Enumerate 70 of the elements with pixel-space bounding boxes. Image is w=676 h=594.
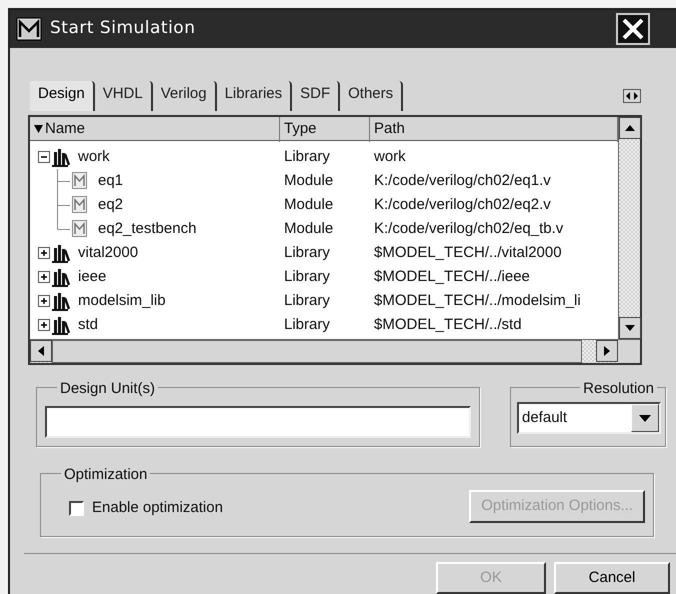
expand-icon[interactable] <box>38 247 50 260</box>
table-cell-text: Module <box>283 170 334 191</box>
dropdown-value: default <box>522 408 568 428</box>
window-title: Start Simulation <box>50 17 196 40</box>
vertical-scrollbar[interactable] <box>618 117 640 340</box>
column-header[interactable]: Type <box>280 117 370 142</box>
table-cell-text: K:/code/verilog/ch02/eq2.v <box>373 194 552 215</box>
dialog-button[interactable]: Cancel <box>554 562 670 594</box>
tab[interactable]: Others <box>340 80 404 112</box>
module-icon <box>70 195 90 216</box>
table-cell-text: Module <box>283 218 334 239</box>
table-cell-text: Library <box>283 146 331 167</box>
expand-icon[interactable] <box>38 295 50 308</box>
scroll-thumb[interactable] <box>52 340 582 364</box>
close-button[interactable] <box>616 12 650 45</box>
up-arrow-icon <box>625 125 635 132</box>
left-arrow-icon <box>38 346 44 356</box>
scrollbar-corner <box>618 340 640 364</box>
down-arrow-icon <box>625 325 635 332</box>
tree-item[interactable]: ieee <box>70 266 110 288</box>
table-cell-text: $MODEL_TECH/../ieee <box>373 266 531 287</box>
scroll-left-button[interactable] <box>30 340 52 362</box>
column-header[interactable]: Name <box>30 117 280 142</box>
expand-icon[interactable] <box>38 271 50 284</box>
tree-item[interactable]: work <box>70 146 114 168</box>
scroll-up-button[interactable] <box>619 117 641 140</box>
tree-line <box>57 169 70 194</box>
sort-arrow-icon <box>34 125 43 134</box>
module-icon <box>70 219 90 240</box>
tree-item[interactable]: eq2_testbench <box>90 218 200 240</box>
tree-item[interactable]: eq1 <box>90 170 128 192</box>
scroll-down-button[interactable] <box>619 317 641 340</box>
design-units-field[interactable] <box>45 406 471 438</box>
close-icon <box>621 16 645 41</box>
library-icon <box>50 147 70 168</box>
table-cell-text: Library <box>283 242 331 263</box>
enable-optimization-checkbox[interactable]: Enable optimization <box>69 497 223 520</box>
tree-item[interactable]: modelsim_lib <box>70 290 170 312</box>
library-icon <box>50 243 70 264</box>
library-icon <box>50 267 70 288</box>
table-cell-text: $MODEL_TECH/../modelsim_li <box>373 290 582 311</box>
library-icon <box>50 291 70 312</box>
table-cell-text: Module <box>283 194 334 215</box>
table-cell-text: work <box>373 146 407 167</box>
tab[interactable]: Verilog <box>152 80 217 112</box>
module-icon <box>70 171 90 192</box>
table-cell-text: Library <box>283 314 331 335</box>
dropdown-button[interactable] <box>631 404 659 432</box>
scroll-right-button[interactable] <box>596 340 618 362</box>
table-cell-text: Library <box>283 290 331 311</box>
tab[interactable]: Design <box>30 80 95 112</box>
library-icon <box>50 315 70 336</box>
tab[interactable]: Libraries <box>216 80 292 112</box>
table-cell-text: K:/code/verilog/ch02/eq1.v <box>373 170 552 191</box>
horizontal-scrollbar[interactable] <box>30 339 640 364</box>
resolution-dropdown[interactable]: default <box>517 402 661 434</box>
collapse-icon[interactable] <box>38 151 50 164</box>
tree-item[interactable]: eq2 <box>90 194 128 216</box>
tree-item[interactable]: std <box>70 314 102 336</box>
tree-item[interactable]: vital2000 <box>70 242 142 264</box>
table-cell-text: K:/code/verilog/ch02/eq_tb.v <box>373 218 564 239</box>
table-cell-text: $MODEL_TECH/../std <box>373 314 523 335</box>
table-cell-text: Library <box>283 266 331 287</box>
app-icon <box>16 16 42 41</box>
tab[interactable]: SDF <box>292 80 340 112</box>
expand-icon[interactable] <box>38 319 50 332</box>
table-cell-text: $MODEL_TECH/../vital2000 <box>373 242 563 263</box>
tab[interactable]: VHDL <box>94 80 153 112</box>
right-arrow-icon <box>604 346 610 356</box>
caret-icon <box>639 414 651 422</box>
